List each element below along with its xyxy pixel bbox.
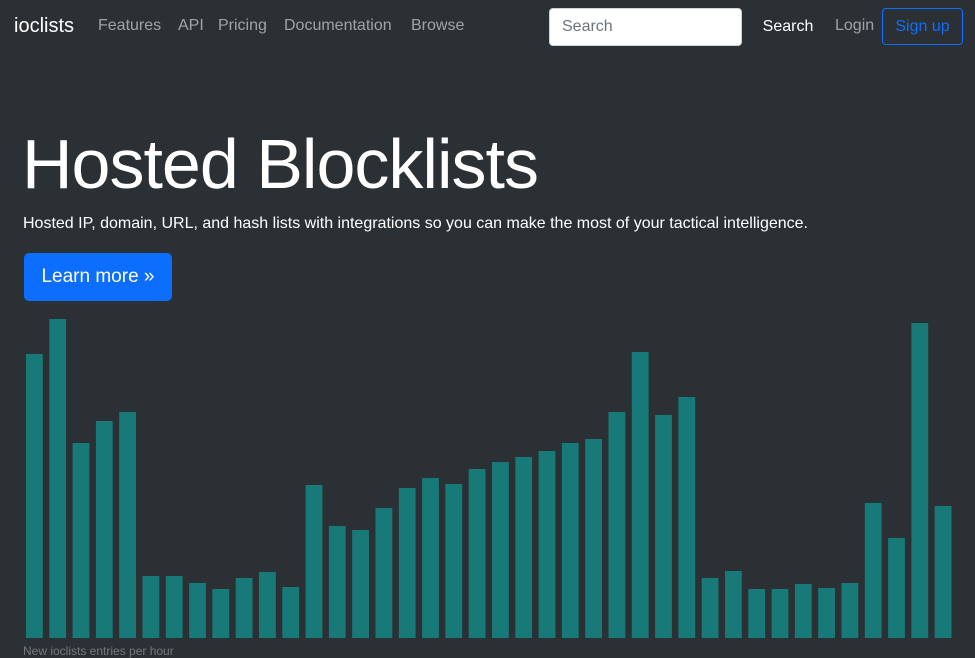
brand-logo[interactable]: ioclists bbox=[14, 15, 74, 38]
chart-bar bbox=[26, 354, 43, 638]
chart-bar bbox=[49, 319, 67, 638]
nav-link-documentation[interactable]: Documentation bbox=[284, 17, 392, 35]
chart-bar bbox=[864, 503, 882, 638]
chart-bar bbox=[585, 439, 602, 638]
chart-bar bbox=[561, 443, 579, 638]
chart-bar bbox=[888, 538, 905, 638]
nav-link-api[interactable]: API bbox=[178, 17, 204, 35]
nav-link-features[interactable]: Features bbox=[98, 17, 161, 35]
chart-bar bbox=[142, 576, 160, 638]
chart-bar bbox=[282, 587, 300, 638]
nav-link-browse[interactable]: Browse bbox=[411, 17, 464, 35]
chart-bar bbox=[235, 578, 253, 638]
chart-bar bbox=[934, 506, 952, 638]
chart-bar bbox=[841, 583, 859, 638]
chart-bar bbox=[701, 578, 719, 638]
chart-bar bbox=[165, 576, 183, 638]
chart-bar bbox=[492, 462, 509, 638]
chart-bar bbox=[259, 572, 276, 638]
chart-bar bbox=[72, 443, 90, 638]
chart-bar bbox=[631, 352, 649, 638]
chart-bar bbox=[189, 583, 206, 638]
chart-bar bbox=[422, 478, 439, 638]
chart-bar bbox=[678, 397, 696, 638]
chart-bar bbox=[725, 571, 742, 638]
chart-bar bbox=[305, 485, 323, 638]
chart-bar bbox=[352, 530, 369, 638]
chart-bar bbox=[538, 451, 556, 638]
hero-title: Hosted Blocklists bbox=[22, 125, 539, 203]
chart-bar bbox=[445, 484, 463, 638]
chart-bar bbox=[212, 589, 230, 638]
chart-bar bbox=[771, 589, 789, 638]
login-link[interactable]: Login bbox=[835, 17, 874, 35]
chart-bar bbox=[95, 421, 113, 638]
chart-bar bbox=[818, 588, 835, 638]
chart-bar bbox=[468, 469, 486, 638]
learn-more-button[interactable]: Learn more » bbox=[24, 253, 172, 301]
chart-bar bbox=[748, 589, 766, 638]
search-button[interactable]: Search bbox=[754, 8, 822, 46]
chart-caption: New ioclists entries per hour bbox=[23, 644, 174, 658]
signup-button[interactable]: Sign up bbox=[882, 8, 963, 45]
chart-bar bbox=[794, 584, 812, 638]
entries-bar-chart bbox=[26, 319, 952, 638]
chart-bar bbox=[911, 323, 929, 638]
chart-bar bbox=[608, 412, 626, 638]
hero-lead: Hosted IP, domain, URL, and hash lists w… bbox=[23, 215, 808, 232]
chart-bar bbox=[515, 457, 533, 638]
chart-bar bbox=[119, 412, 136, 638]
chart-bar bbox=[328, 526, 346, 638]
navbar: ioclists Features API Pricing Documentat… bbox=[0, 0, 975, 54]
nav-link-pricing[interactable]: Pricing bbox=[218, 17, 267, 35]
chart-bar bbox=[398, 488, 416, 638]
search-input[interactable] bbox=[549, 8, 742, 46]
chart-bar bbox=[375, 508, 393, 638]
chart-bar bbox=[655, 415, 672, 638]
